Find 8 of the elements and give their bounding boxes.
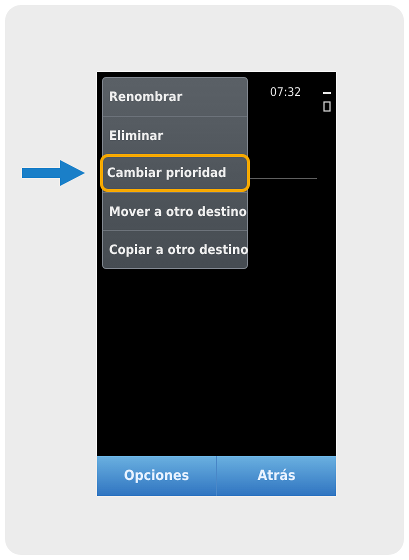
menu-item[interactable]: Renombrar: [103, 78, 247, 116]
menu-item[interactable]: Cambiar prioridad: [100, 154, 250, 192]
menu-item[interactable]: Copiar a otro destino: [103, 230, 247, 268]
battery-icon: [323, 92, 331, 112]
menu-item[interactable]: Mover a otro destino: [103, 192, 247, 230]
arrow-icon: [22, 160, 85, 186]
menu-item[interactable]: Eliminar: [103, 116, 247, 154]
clock-time: 07:32: [270, 85, 302, 99]
